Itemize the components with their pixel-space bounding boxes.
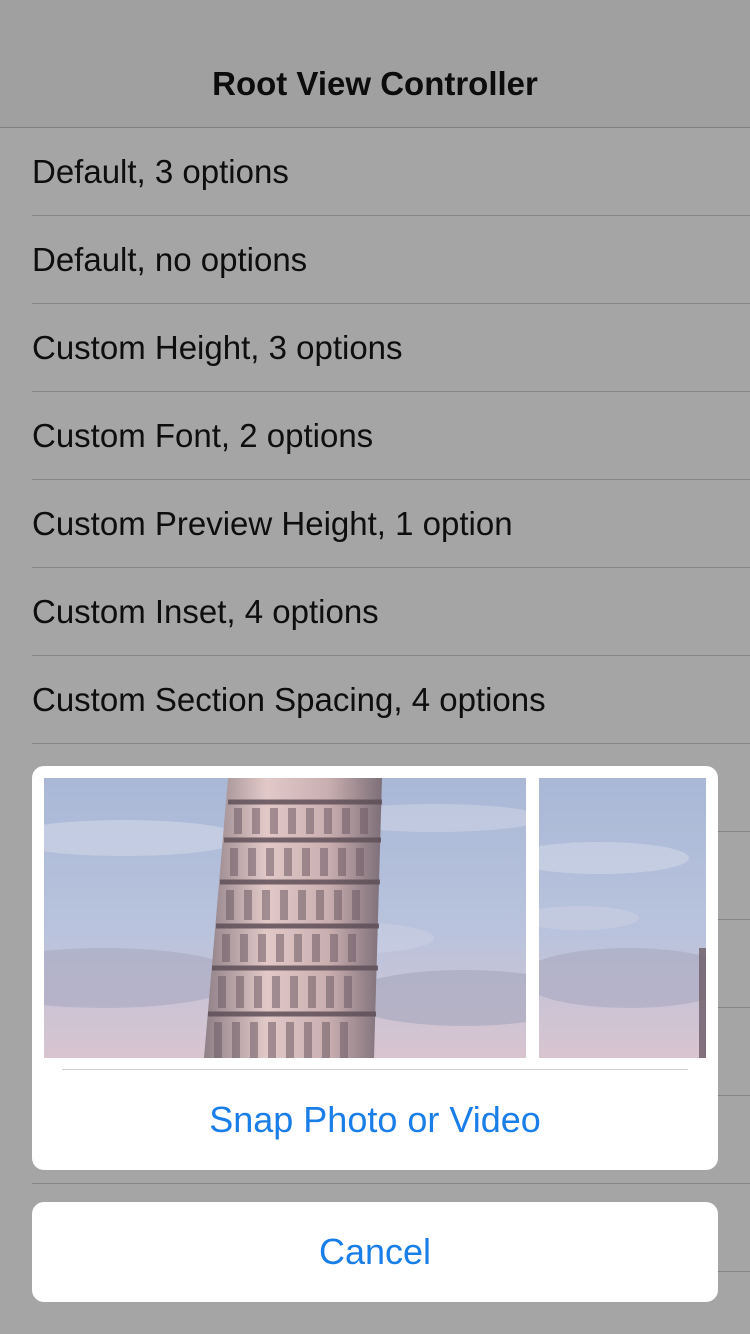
row-label: Default, 3 options bbox=[32, 153, 289, 190]
leaning-tower-photo bbox=[44, 778, 526, 1058]
table-row[interactable]: Custom Height, 3 options bbox=[0, 304, 750, 392]
action-sheet: Snap Photo or Video bbox=[32, 766, 718, 1170]
cancel-button[interactable]: Cancel bbox=[32, 1202, 718, 1302]
row-label: Default, no options bbox=[32, 241, 308, 278]
navigation-bar: Root View Controller bbox=[0, 0, 750, 128]
table-row[interactable]: Custom Preview Height, 1 option bbox=[0, 480, 750, 568]
photo-preview-strip[interactable] bbox=[44, 778, 706, 1058]
photo-thumbnail[interactable] bbox=[539, 778, 706, 1058]
table-row[interactable]: Custom Section Spacing, 4 options bbox=[0, 656, 750, 744]
row-label: Custom Height, 3 options bbox=[32, 329, 403, 366]
table-row[interactable]: Custom Inset, 4 options bbox=[0, 568, 750, 656]
photo-thumbnail[interactable] bbox=[44, 778, 526, 1058]
table-row[interactable]: Default, no options bbox=[0, 216, 750, 304]
navbar-title: Root View Controller bbox=[212, 65, 538, 102]
table-row[interactable]: Default, 3 options bbox=[0, 128, 750, 216]
table-row[interactable]: Custom Font, 2 options bbox=[0, 392, 750, 480]
snap-photo-button[interactable]: Snap Photo or Video bbox=[32, 1070, 718, 1170]
row-label: Custom Font, 2 options bbox=[32, 417, 374, 454]
screen: Root View Controller Default, 3 options … bbox=[0, 0, 750, 1334]
row-label: Custom Preview Height, 1 option bbox=[32, 505, 513, 542]
row-label: Custom Inset, 4 options bbox=[32, 593, 379, 630]
row-label: Custom Section Spacing, 4 options bbox=[32, 681, 546, 718]
sky-photo bbox=[539, 778, 706, 1058]
